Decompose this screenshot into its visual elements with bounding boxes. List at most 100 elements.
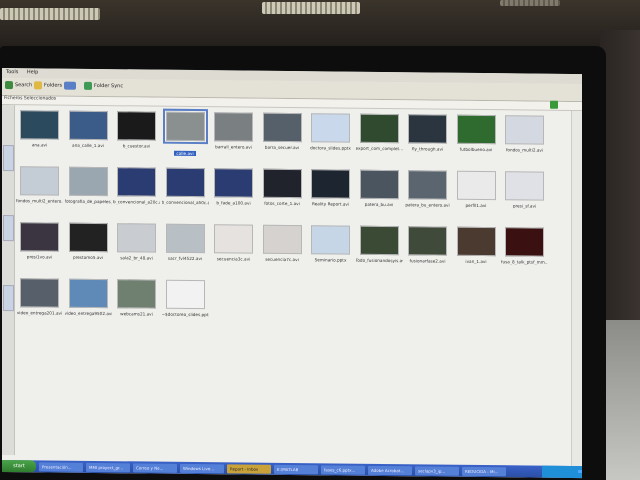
file-item[interactable]: Todo_fusionandosyis.avi [356,225,403,263]
file-name: ivan_1.avi [465,258,487,265]
folders-button[interactable]: Folders [34,81,62,90]
file-item[interactable]: fondos_multi2_entero... [16,166,63,204]
file-item[interactable]: Seminario.pptx [307,225,354,263]
file-item[interactable]: secuencia7c.avi [259,224,306,262]
file-item[interactable]: fusionarfase2.avi [404,226,451,264]
menu-item-tools[interactable]: Tools [6,69,18,75]
sync-icon [84,81,92,90]
file-item[interactable]: ana.avi [16,110,63,147]
file-item[interactable]: fotografia_de_papeles_lacanth... [64,166,112,205]
file-item[interactable]: fly_through.avi [404,114,451,152]
file-item[interactable]: b_convencional_a50c.avi [162,167,209,205]
views-button[interactable] [64,81,76,90]
taskbar-button[interactable]: seclapv3_ip... [415,465,459,476]
taskbar-button[interactable]: MMI proyect_gr... [86,462,130,472]
file-item[interactable]: fotos_corte_1.avi [259,168,306,206]
file-label-wrap: b_fade_a100.avi [210,200,257,205]
file-thumbnail [117,111,156,141]
file-item[interactable]: perfil1.avi [453,170,500,208]
file-name: b_cuestor.avi [122,143,151,149]
file-item[interactable]: b_convencional_a20c.avi [113,167,160,205]
file-item[interactable]: video_entrega9502.avi [65,278,112,316]
file-item[interactable]: b_cuestor.avi [113,111,160,149]
taskbar-button[interactable]: REDUCIDA - Mi... [462,466,506,476]
file-item[interactable]: calle.avi [162,108,209,160]
file-item[interactable]: presi1vo.avi [16,222,63,260]
file-item[interactable]: barra_secuer.avi [259,112,306,150]
file-item[interactable]: webcams21.avi [113,279,160,317]
file-label-wrap: b_cuestor.avi [113,143,160,148]
file-thumbnail [311,169,350,199]
file-label-wrap: barra_secuer.avi [259,145,306,150]
file-item[interactable]: presi_sf.avi [501,171,548,209]
file-item[interactable]: ivan_1.avi [453,226,500,265]
file-item[interactable]: secuencia3c.avi [210,224,257,262]
file-item[interactable]: b_fade_a100.avi [210,168,257,206]
file-item[interactable]: futbolbueno.avi [453,114,500,152]
panel-tab[interactable] [3,145,14,172]
file-thumbnail [408,226,447,256]
file-item[interactable]: prestamo5.avi [65,222,112,260]
file-thumbnail [359,169,399,200]
file-name: fondos_multi2_entero... [16,198,63,204]
search-button[interactable]: Search [5,81,32,90]
file-item[interactable]: fondos_multi2.avi [501,115,548,153]
file-label-wrap: secuencia7c.avi [259,257,306,262]
file-item[interactable]: video_entrega201.avi [16,278,63,316]
file-name: sala2_br_48.avi [120,255,153,261]
file-item[interactable]: barrall_entero.avi [210,112,257,150]
file-item[interactable]: sala2_br_48.avi [113,223,160,261]
file-item[interactable]: ~$doctorea_slides.pptx [162,279,209,317]
file-item[interactable]: export_com_complet... [356,113,403,151]
file-grid: ana.avi ana_calle_1.avi b_cuestor.avi calle… [16,108,556,456]
file-item[interactable]: Reality Report.avi [307,169,354,207]
taskbar-button[interactable]: Correo y Ne... [133,462,177,473]
vertical-scrollbar[interactable] [571,110,582,472]
file-name: video_entrega201.avi [16,310,63,316]
file-thumbnail [262,112,302,143]
file-item[interactable]: patera_bu.avi [356,169,403,207]
file-name: b_convencional_a20c.avi [113,199,160,205]
file-name: b_fade_a100.avi [216,200,251,206]
file-label-wrap: presi_sf.avi [501,203,548,208]
file-thumbnail [162,108,208,145]
file-thumbnail [68,110,108,141]
taskbar-button[interactable]: fases_c6.pptx... [321,464,365,475]
search-icon [5,81,13,90]
file-item[interactable]: sacr_fvl4522.avi [162,223,209,261]
file-thumbnail [165,279,205,310]
file-thumbnail [68,278,108,309]
panel-tab[interactable] [3,215,14,242]
file-label-wrap: prestamo5.avi [65,255,112,260]
file-label-wrap: patera_bu.avi [356,202,403,207]
taskbar-button[interactable]: Windows Live... [180,463,224,473]
file-name: ana.avi [31,142,48,148]
file-label-wrap: fondos_multi2.avi [501,147,548,152]
taskbar-button[interactable]: Presentación... [39,461,83,472]
menu-item-help[interactable]: Help [27,69,38,75]
file-name: fotografia_de_papeles_lacanth... [64,198,112,205]
file-thumbnail [505,115,544,145]
taskbar-button[interactable]: E:\MATLAB [274,464,318,474]
file-thumbnail [262,224,302,255]
folder-sync-button[interactable]: Folder Sync [84,81,123,90]
file-thumbnail [408,170,447,200]
file-label-wrap: sala2_br_48.avi [113,255,160,260]
file-item[interactable]: fusa_8_talk_ptsf_mm... [501,227,548,265]
file-label-wrap: Todo_fusionandosyis.avi [356,258,403,263]
panel-tab[interactable] [3,285,14,312]
taskbar-button[interactable]: Adobe Acrobat... [368,465,412,475]
file-item[interactable]: ana_calle_1.avi [65,110,112,148]
file-thumbnail [117,223,156,253]
file-item[interactable]: patera_bu_entero.avi [404,170,451,208]
go-arrow-icon[interactable] [550,100,558,109]
file-name: fusionarfase2.avi [409,258,446,264]
file-label-wrap: secuencia3c.avi [210,256,257,261]
file-label-wrap: presi1vo.avi [16,254,63,259]
file-item[interactable]: doctora_slides.pptx [307,113,354,151]
taskbar-button[interactable]: Report - Inbox [227,463,271,474]
start-button[interactable]: start [2,460,36,473]
ceiling-light [262,2,360,14]
file-name: secuencia7c.avi [265,256,299,263]
power-led [578,470,582,473]
